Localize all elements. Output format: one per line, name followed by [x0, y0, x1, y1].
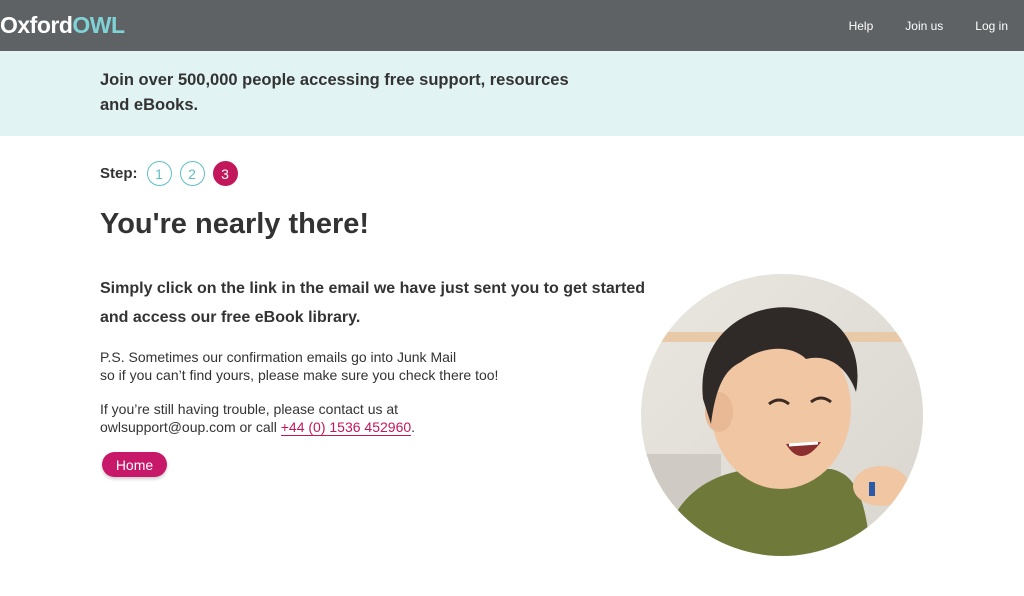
contact-email-text: owlsupport@oup.com or call: [100, 419, 281, 435]
step-3-current: 3: [212, 161, 238, 186]
ps-line-1: P.S. Sometimes our confirmation emails g…: [100, 349, 457, 365]
home-button[interactable]: Home: [102, 452, 167, 477]
child-photo: [641, 274, 923, 556]
logo-text-oxford: Oxford: [0, 12, 73, 38]
nav-help-link[interactable]: Help: [849, 19, 874, 33]
top-header: OxfordOWL Help Join us Log in: [0, 0, 1024, 51]
nav-join-link[interactable]: Join us: [905, 19, 943, 33]
step-label: Step:: [100, 165, 138, 182]
ps-line-2: so if you can’t find yours, please make …: [100, 367, 499, 383]
lead-text: Simply click on the link in the email we…: [100, 280, 646, 326]
ps-text: P.S. Sometimes our confirmation emails g…: [100, 348, 498, 384]
banner-text: Join over 500,000 people accessing free …: [100, 71, 569, 114]
contact-period: .: [411, 419, 416, 435]
step-1: 1: [146, 161, 172, 186]
promo-banner: Join over 500,000 people accessing free …: [0, 51, 1024, 136]
page-title: You're nearly there!: [100, 208, 370, 240]
contact-line-1: If you’re still having trouble, please c…: [100, 401, 399, 417]
top-nav: Help Join us Log in: [833, 0, 1024, 51]
contact-text: If you’re still having trouble, please c…: [100, 400, 415, 436]
logo-text-owl: OWL: [72, 12, 125, 38]
step-indicator: Step: 1 2 3: [100, 161, 246, 186]
child-photo-illustration: [641, 274, 923, 556]
support-phone-link[interactable]: +44 (0) 1536 452960: [280, 419, 412, 436]
nav-login-link[interactable]: Log in: [975, 19, 1008, 33]
step-2: 2: [179, 161, 205, 186]
oxford-owl-logo[interactable]: OxfordOWL: [0, 12, 125, 39]
